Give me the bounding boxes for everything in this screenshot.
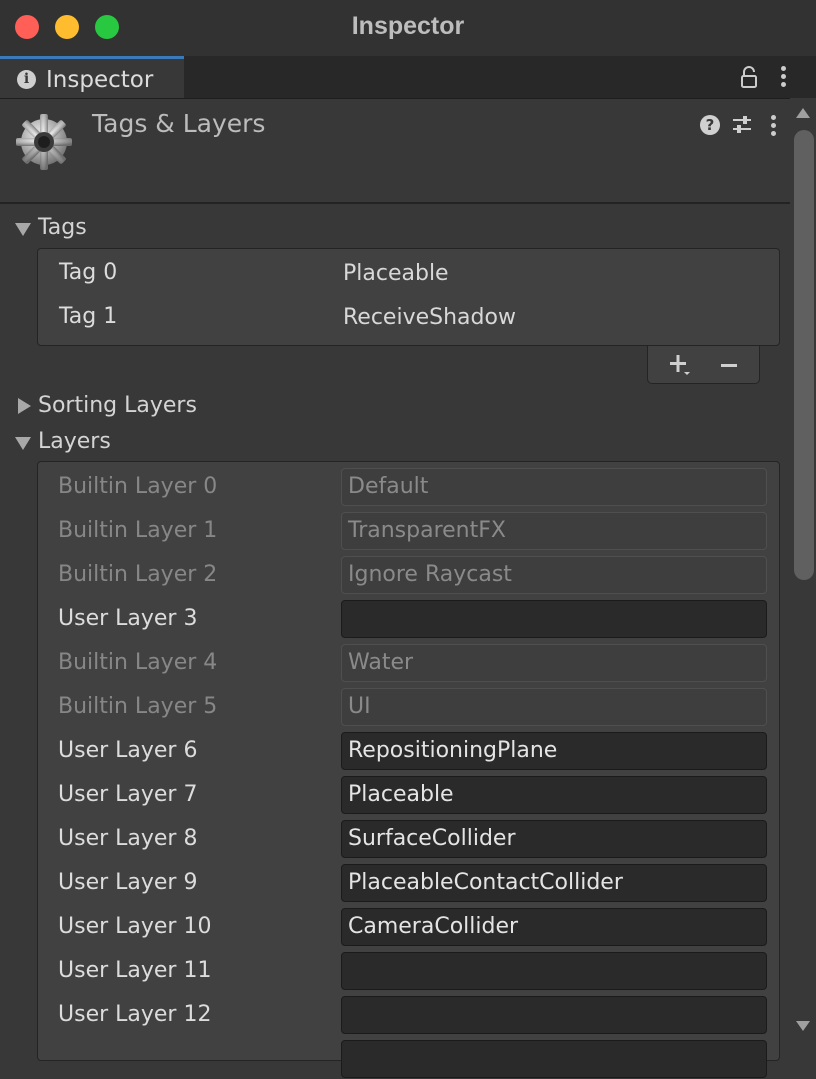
tag-row-label: Tag 0 bbox=[59, 260, 118, 285]
layer-label: Builtin Layer 5 bbox=[58, 694, 218, 719]
tags-add-remove-footer bbox=[647, 346, 760, 384]
tab-bar: i Inspector bbox=[0, 56, 816, 99]
layer-row: User Layer 3 bbox=[37, 595, 780, 639]
layer-name-field[interactable]: CameraCollider bbox=[341, 908, 767, 946]
layer-name-field[interactable] bbox=[341, 952, 767, 990]
tag-row-value[interactable]: Placeable bbox=[343, 261, 449, 286]
help-icon[interactable]: ? bbox=[700, 115, 720, 135]
layers-foldout-arrow-icon[interactable] bbox=[15, 437, 31, 450]
tag-row-label: Tag 1 bbox=[59, 304, 118, 329]
layer-label: User Layer 9 bbox=[58, 870, 198, 895]
window-titlebar: Inspector bbox=[0, 0, 816, 56]
layer-row: User Layer 8 SurfaceCollider bbox=[37, 815, 780, 859]
layer-row: User Layer 12 bbox=[37, 991, 780, 1035]
layer-row: Builtin Layer 5 UI bbox=[37, 683, 780, 727]
layer-label: User Layer 11 bbox=[58, 958, 212, 983]
layer-name-field[interactable]: RepositioningPlane bbox=[341, 732, 767, 770]
layer-name-field[interactable]: Placeable bbox=[341, 776, 767, 814]
remove-tag-icon[interactable] bbox=[721, 364, 737, 367]
header-divider bbox=[0, 202, 790, 204]
layer-name-field: Water bbox=[341, 644, 767, 682]
layer-label: User Layer 7 bbox=[58, 782, 198, 807]
sorting-layers-foldout-arrow-icon[interactable] bbox=[18, 398, 31, 414]
layer-name-field: Default bbox=[341, 468, 767, 506]
sorting-layers-foldout-label[interactable]: Sorting Layers bbox=[38, 393, 197, 418]
layers-foldout-label[interactable]: Layers bbox=[38, 429, 111, 454]
layer-row: User Layer 7 Placeable bbox=[37, 771, 780, 815]
layer-name-field[interactable]: PlaceableContactCollider bbox=[341, 864, 767, 902]
layer-row: User Layer 6 RepositioningPlane bbox=[37, 727, 780, 771]
layer-name-field: Ignore Raycast bbox=[341, 556, 767, 594]
layer-row: User Layer 10 CameraCollider bbox=[37, 903, 780, 947]
info-icon: i bbox=[17, 70, 36, 89]
layer-row: Builtin Layer 0 Default bbox=[37, 463, 780, 507]
tab-inspector[interactable]: i Inspector bbox=[0, 56, 184, 98]
presets-icon[interactable] bbox=[731, 114, 753, 136]
layer-name-field[interactable] bbox=[341, 1040, 767, 1078]
scroll-down-arrow-icon[interactable] bbox=[796, 1021, 810, 1031]
layer-label: Builtin Layer 0 bbox=[58, 474, 218, 499]
layer-label: Builtin Layer 4 bbox=[58, 650, 218, 675]
layer-label: User Layer 12 bbox=[58, 1002, 212, 1027]
layer-row: User Layer 9 PlaceableContactCollider bbox=[37, 859, 780, 903]
page-title: Tags & Layers bbox=[92, 109, 266, 138]
tab-label: Inspector bbox=[46, 67, 154, 93]
layer-label: User Layer 10 bbox=[58, 914, 212, 939]
layer-label: User Layer 8 bbox=[58, 826, 198, 851]
tags-foldout-arrow-icon[interactable] bbox=[15, 223, 31, 236]
layer-label: Builtin Layer 1 bbox=[58, 518, 218, 543]
layer-label: Builtin Layer 2 bbox=[58, 562, 218, 587]
layer-row: Builtin Layer 2 Ignore Raycast bbox=[37, 551, 780, 595]
layer-name-field[interactable]: SurfaceCollider bbox=[341, 820, 767, 858]
scroll-up-arrow-icon[interactable] bbox=[796, 108, 810, 118]
lock-icon[interactable] bbox=[740, 66, 758, 88]
layer-name-field: TransparentFX bbox=[341, 512, 767, 550]
scrollbar-thumb[interactable] bbox=[794, 130, 814, 580]
layer-name-field[interactable] bbox=[341, 996, 767, 1034]
window-title: Inspector bbox=[351, 12, 465, 40]
layer-row: User Layer 11 bbox=[37, 947, 780, 991]
tag-row-value[interactable]: ReceiveShadow bbox=[343, 305, 516, 330]
component-menu-icon[interactable] bbox=[771, 115, 777, 137]
layer-name-field[interactable] bbox=[341, 600, 767, 638]
layer-label: User Layer 6 bbox=[58, 738, 198, 763]
layer-row: Builtin Layer 4 Water bbox=[37, 639, 780, 683]
tab-menu-icon[interactable] bbox=[781, 66, 787, 88]
layer-label: User Layer 3 bbox=[58, 606, 198, 631]
tags-foldout-label[interactable]: Tags bbox=[38, 215, 87, 240]
layer-row: Builtin Layer 1 TransparentFX bbox=[37, 507, 780, 551]
add-tag-icon[interactable] bbox=[667, 353, 691, 377]
gear-icon bbox=[16, 114, 72, 170]
layer-name-field: UI bbox=[341, 688, 767, 726]
